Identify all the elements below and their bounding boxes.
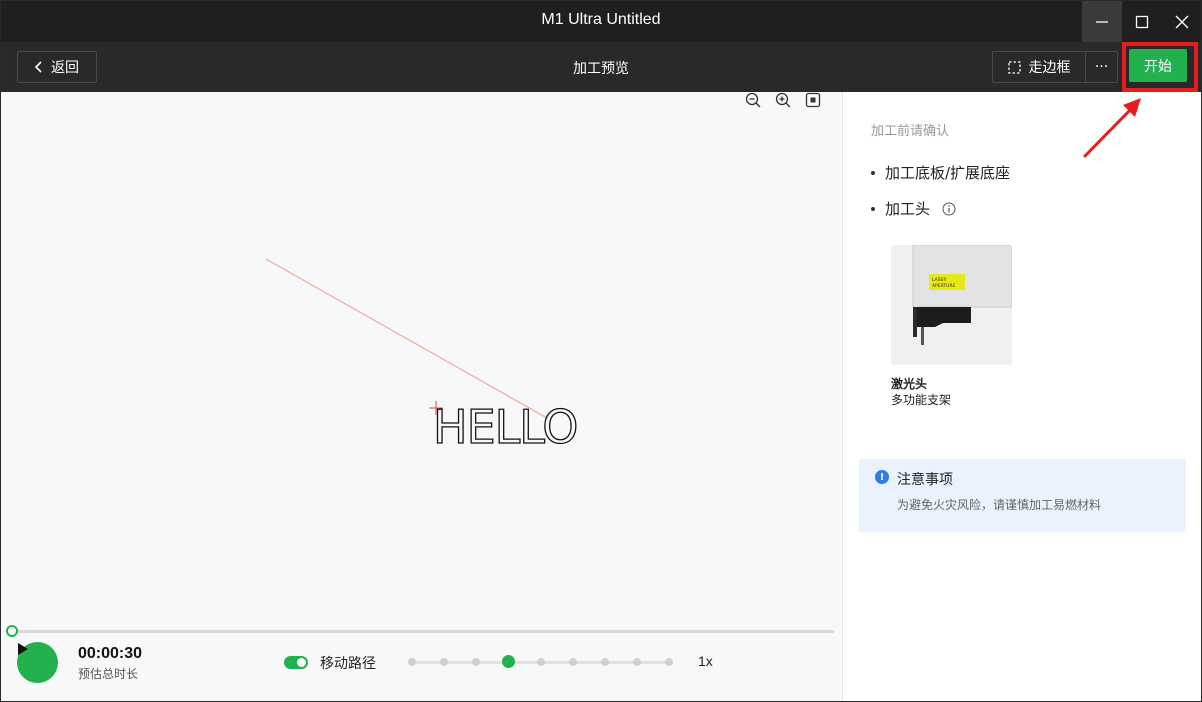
more-icon: ···: [1094, 59, 1109, 75]
head-card-sub: 多功能支架: [891, 393, 952, 407]
play-button[interactable]: [17, 642, 58, 683]
laser-head-image: LASER APERTURE: [891, 245, 1012, 365]
bullet: [871, 170, 875, 175]
notice-text: 为避免火灾风险，请谨慎加工易燃材料: [897, 498, 1102, 512]
window-title: M1 Ultra Untitled: [541, 11, 661, 28]
svg-text:APERTURE: APERTURE: [932, 283, 956, 289]
progress-knob[interactable]: [6, 625, 18, 637]
speed-step-dot[interactable]: [568, 658, 577, 666]
speed-step-dot[interactable]: [632, 658, 641, 666]
close-icon: [1175, 15, 1189, 28]
app-window: M1 Ultra Untitled 返回 加工预览 走边框 ··· 开始 HEL…: [0, 0, 1202, 702]
maximize-button[interactable]: [1122, 1, 1162, 42]
start-button-label: 开始: [1144, 58, 1172, 75]
frame-button[interactable]: 走边框: [992, 51, 1086, 83]
play-icon: [18, 643, 28, 655]
minimize-icon: [1096, 20, 1108, 23]
frame-button-label: 走边框: [1028, 60, 1071, 76]
annotation-arrow-icon: [1083, 98, 1141, 158]
path-toggle[interactable]: [284, 656, 308, 669]
speed-step-dot[interactable]: [408, 658, 416, 666]
speed-step-dot[interactable]: [600, 658, 609, 666]
start-button[interactable]: 开始: [1129, 49, 1187, 82]
title-bar: M1 Ultra Untitled: [1, 1, 1201, 42]
minimize-button[interactable]: [1082, 1, 1122, 42]
speed-slider-thumb[interactable]: [501, 655, 515, 668]
head-image-text: LASER: [932, 277, 947, 283]
hello-text-object: HELLO: [433, 400, 577, 454]
toolbar: 返回 加工预览 走边框 ···: [1, 42, 1201, 92]
speed-label: 1x: [698, 653, 713, 669]
bullet: [871, 206, 875, 211]
more-options-button[interactable]: ···: [1085, 51, 1118, 83]
info-icon[interactable]: [942, 202, 956, 216]
check-item-label: 加工底板/扩展底座: [885, 164, 1011, 182]
head-card-name: 激光头: [891, 377, 928, 391]
speed-step-dot[interactable]: [440, 658, 449, 666]
speed-step-dot[interactable]: [536, 658, 545, 666]
maximize-icon: [1135, 15, 1149, 28]
preview-canvas[interactable]: HELLO 00:00:30 预估总时长 移动路径 1x: [1, 92, 842, 701]
check-item-label: 加工头: [885, 200, 931, 218]
zoom-in-icon[interactable]: [775, 92, 791, 108]
confirm-panel: 加工前请确认 加工底板/扩展底座 加工头 LASER APERTURE 激光头 …: [842, 92, 1201, 701]
speed-step-dot[interactable]: [472, 658, 481, 666]
fit-view-icon[interactable]: [805, 92, 821, 108]
travel-path-line: [265, 258, 548, 419]
speed-step-dot[interactable]: [665, 658, 673, 666]
estimated-time-label: 预估总时长: [78, 667, 139, 681]
estimated-time: 00:00:30: [78, 645, 143, 662]
confirm-label: 加工前请确认: [871, 124, 950, 139]
check-item-head: 加工头: [871, 198, 956, 219]
close-button[interactable]: [1162, 1, 1201, 42]
zoom-out-icon[interactable]: [745, 92, 761, 108]
notice-title: 注意事项: [897, 472, 953, 488]
path-toggle-label: 移动路径: [320, 656, 376, 672]
notice-box: ! 注意事项 为避免火灾风险，请谨慎加工易燃材料: [859, 459, 1186, 532]
laser-head-card[interactable]: LASER APERTURE: [891, 245, 1012, 365]
dashed-frame-icon: [1007, 60, 1021, 74]
preview-drawing: HELLO: [265, 258, 579, 455]
progress-track[interactable]: [12, 630, 834, 633]
check-item-platform: 加工底板/扩展底座: [871, 162, 1010, 183]
alert-info-icon: !: [875, 470, 889, 484]
